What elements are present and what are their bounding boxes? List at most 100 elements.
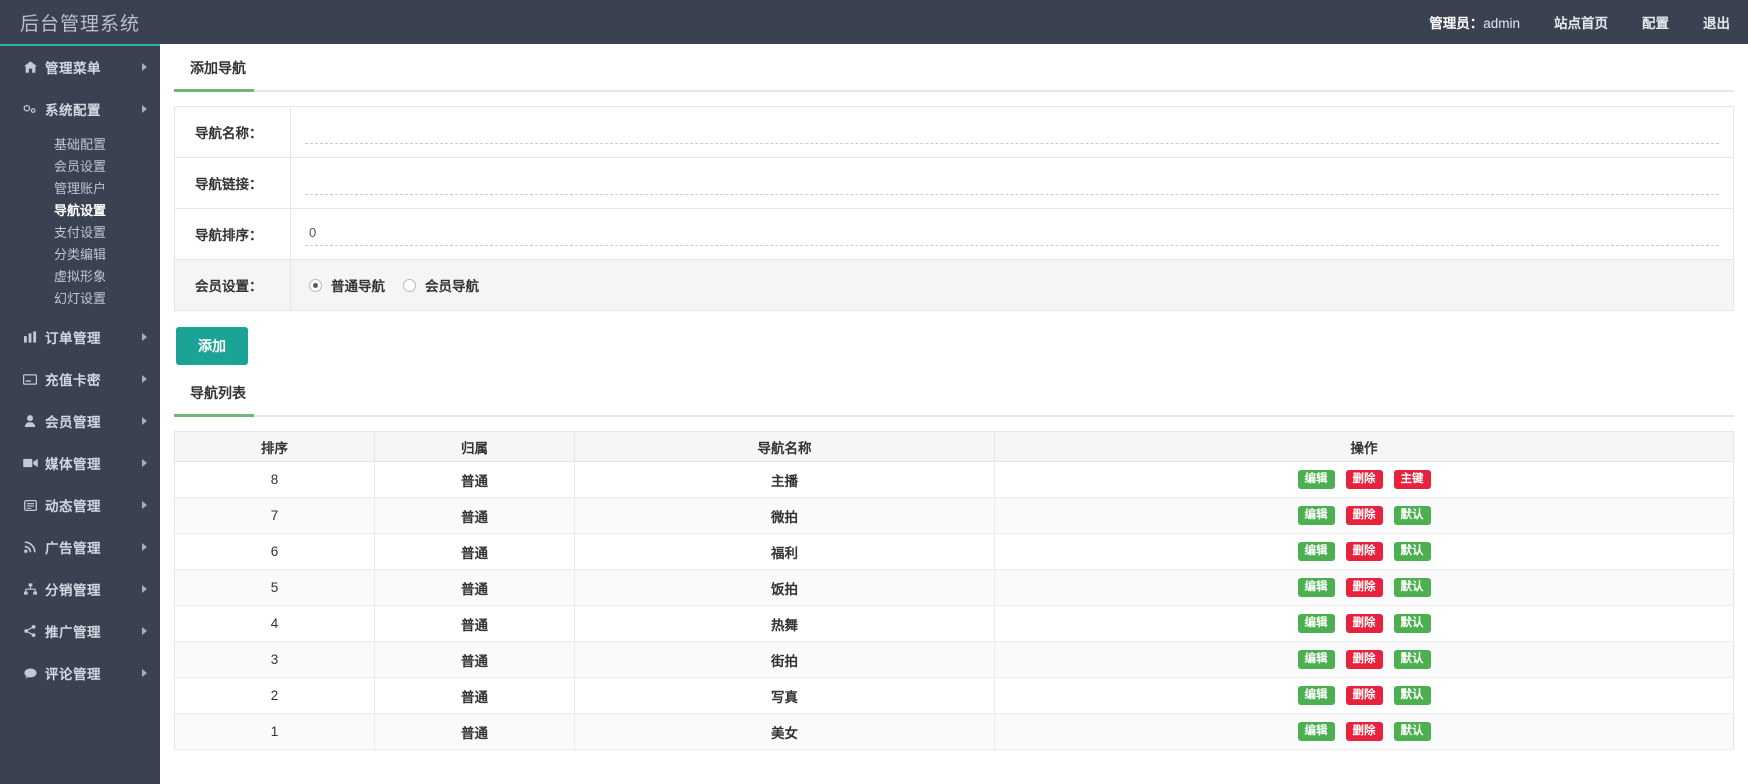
edit-button[interactable]: 编辑: [1297, 505, 1335, 526]
sidebar-subitem-member-settings[interactable]: 会员设置: [0, 156, 160, 178]
cell-actions: 编辑 删除 默认: [994, 677, 1734, 714]
add-nav-panel-tab: 添加导航: [174, 58, 1734, 92]
form-row-nav-link: 导航链接：: [174, 157, 1734, 209]
radio-mark-normal-nav[interactable]: [309, 278, 322, 292]
home-icon: [22, 61, 38, 73]
sidebar-subitem-virtual-avatar[interactable]: 虚拟形象: [0, 266, 160, 288]
default-button[interactable]: 默认: [1393, 649, 1431, 670]
default-button[interactable]: 默认: [1393, 721, 1431, 742]
chevron-right-icon: [142, 375, 147, 383]
default-button[interactable]: 默认: [1393, 577, 1431, 598]
edit-button[interactable]: 编辑: [1297, 721, 1335, 742]
sidebar-label-member-management: 会员管理: [45, 415, 101, 430]
cell-owner: 普通: [374, 533, 575, 570]
sidebar-subitem-admin-account[interactable]: 管理账户: [0, 178, 160, 200]
table-row: 8 普通 主播 编辑 删除 主键: [174, 461, 1734, 498]
radio-option-normal-nav[interactable]: 普通导航: [309, 275, 385, 295]
nav-sort-input[interactable]: [305, 222, 1719, 246]
sidebar-subitem-payment-settings[interactable]: 支付设置: [0, 222, 160, 244]
table-row: 7 普通 微拍 编辑 删除 默认: [174, 497, 1734, 534]
default-button[interactable]: 默认: [1393, 505, 1431, 526]
cell-sort: 6: [174, 533, 375, 570]
chevron-right-icon: [142, 543, 147, 551]
chevron-right-icon: [142, 585, 147, 593]
sidebar-subitem-basic-config[interactable]: 基础配置: [0, 134, 160, 156]
row-action-group: 编辑 删除 主键: [995, 469, 1733, 490]
chevron-right-icon: [142, 501, 147, 509]
tab-nav-list[interactable]: 导航列表: [174, 383, 262, 411]
cell-nav-name: 美女: [574, 713, 995, 750]
member-setting-radio-group: 普通导航 会员导航: [305, 271, 1719, 299]
edit-button[interactable]: 编辑: [1297, 649, 1335, 670]
top-header-bar: 后台管理系统 管理员：admin 站点首页 配置 退出: [0, 0, 1748, 44]
sidebar-item-distribution-management[interactable]: 分销管理: [0, 568, 160, 610]
tab-active-indicator: [174, 414, 254, 417]
default-button[interactable]: 默认: [1393, 541, 1431, 562]
delete-button[interactable]: 删除: [1345, 541, 1383, 562]
primary-key-button[interactable]: 主键: [1393, 469, 1431, 490]
cell-actions: 编辑 删除 默认: [994, 569, 1734, 606]
radio-option-member-nav[interactable]: 会员导航: [403, 275, 479, 295]
edit-button[interactable]: 编辑: [1297, 469, 1335, 490]
sidebar-item-comment-management[interactable]: 评论管理: [0, 652, 160, 694]
cell-owner: 普通: [374, 641, 575, 678]
row-action-group: 编辑 删除 默认: [995, 613, 1733, 634]
nav-list-table-head: 排序 归属 导航名称 操作: [174, 431, 1734, 462]
table-row: 4 普通 热舞 编辑 删除 默认: [174, 605, 1734, 642]
default-button[interactable]: 默认: [1393, 685, 1431, 706]
delete-button[interactable]: 删除: [1345, 577, 1383, 598]
sidebar-subitem-category-edit[interactable]: 分类编辑: [0, 244, 160, 266]
row-action-group: 编辑 删除 默认: [995, 541, 1733, 562]
logout-link[interactable]: 退出: [1703, 12, 1730, 32]
config-link[interactable]: 配置: [1642, 12, 1669, 32]
cell-sort: 3: [174, 641, 375, 678]
sidebar-item-member-management[interactable]: 会员管理: [0, 400, 160, 442]
chart-icon: [22, 331, 38, 343]
sidebar-label-order-management: 订单管理: [45, 331, 101, 346]
sidebar-subitem-nav-settings[interactable]: 导航设置: [0, 200, 160, 222]
nav-list-table: 排序 归属 导航名称 操作 8 普通 主播 编辑 删除 主键 7 普通 微拍 编…: [174, 431, 1734, 750]
delete-button[interactable]: 删除: [1345, 685, 1383, 706]
cell-owner: 普通: [374, 677, 575, 714]
share-icon: [22, 625, 38, 637]
nav-link-input[interactable]: [305, 171, 1719, 195]
radio-mark-member-nav[interactable]: [403, 278, 416, 292]
sidebar-item-ad-management[interactable]: 广告管理: [0, 526, 160, 568]
sidebar-item-feed-management[interactable]: 动态管理: [0, 484, 160, 526]
delete-button[interactable]: 删除: [1345, 613, 1383, 634]
sidebar-item-system-config[interactable]: 系统配置: [0, 88, 160, 130]
edit-button[interactable]: 编辑: [1297, 685, 1335, 706]
add-nav-submit-button[interactable]: 添加: [176, 327, 248, 365]
tab-add-nav[interactable]: 添加导航: [174, 58, 262, 86]
cell-nav-name: 写真: [574, 677, 995, 714]
delete-button[interactable]: 删除: [1345, 649, 1383, 670]
cell-nav-name: 主播: [574, 461, 995, 498]
row-action-group: 编辑 删除 默认: [995, 649, 1733, 670]
sidebar-item-recharge-card[interactable]: 充值卡密: [0, 358, 160, 400]
default-button[interactable]: 默认: [1393, 613, 1431, 634]
sidebar-item-order-management[interactable]: 订单管理: [0, 316, 160, 358]
cell-sort: 4: [174, 605, 375, 642]
chevron-right-icon: [142, 627, 147, 635]
delete-button[interactable]: 删除: [1345, 505, 1383, 526]
label-nav-sort: 导航排序：: [174, 208, 291, 260]
nav-name-input[interactable]: [305, 120, 1719, 144]
site-home-link[interactable]: 站点首页: [1554, 12, 1608, 32]
row-action-group: 编辑 删除 默认: [995, 685, 1733, 706]
edit-button[interactable]: 编辑: [1297, 541, 1335, 562]
row-action-group: 编辑 删除 默认: [995, 505, 1733, 526]
cell-owner: 普通: [374, 605, 575, 642]
delete-button[interactable]: 删除: [1345, 469, 1383, 490]
edit-button[interactable]: 编辑: [1297, 577, 1335, 598]
edit-button[interactable]: 编辑: [1297, 613, 1335, 634]
sidebar-item-promotion-management[interactable]: 推广管理: [0, 610, 160, 652]
delete-button[interactable]: 删除: [1345, 721, 1383, 742]
sidebar-subitem-slideshow-settings[interactable]: 幻灯设置: [0, 288, 160, 310]
cell-actions: 编辑 删除 主键: [994, 461, 1734, 498]
video-icon: [22, 458, 38, 468]
sidebar-item-media-management[interactable]: 媒体管理: [0, 442, 160, 484]
tab-divider: [174, 415, 1734, 417]
cell-owner: 普通: [374, 713, 575, 750]
sidebar-item-admin-menu[interactable]: 管理菜单: [0, 46, 160, 88]
table-header-row: 排序 归属 导航名称 操作: [174, 431, 1734, 462]
